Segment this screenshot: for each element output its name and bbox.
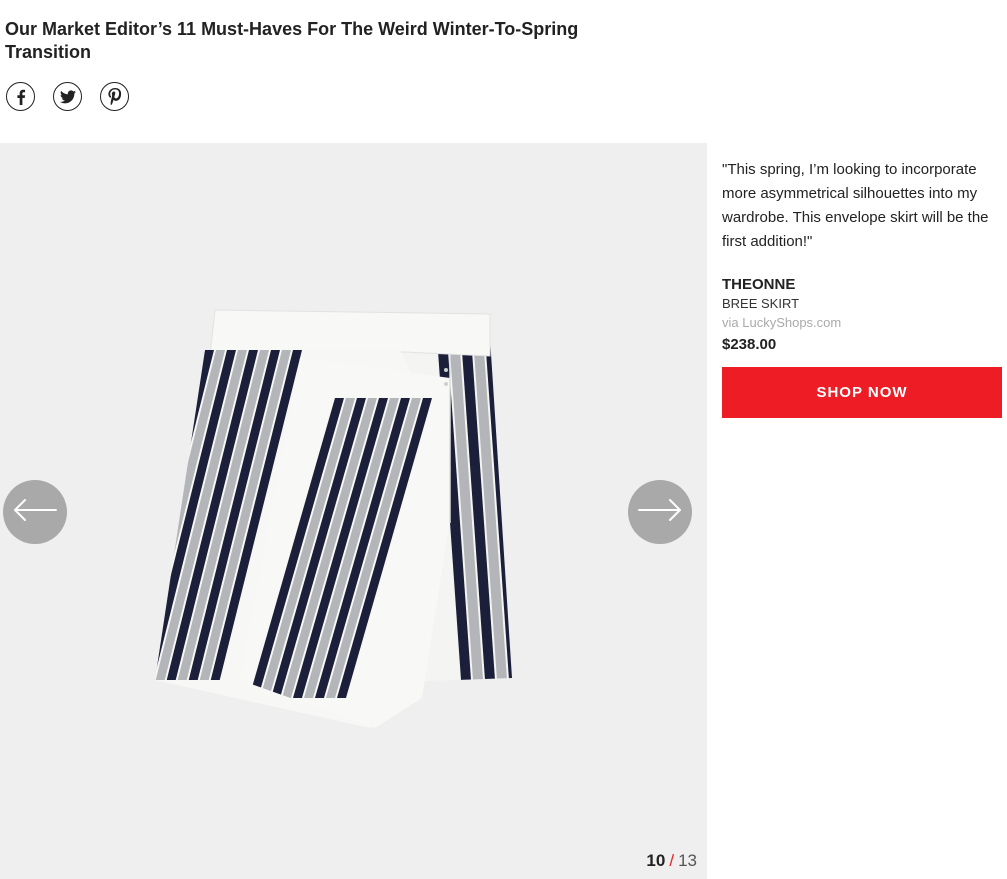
facebook-icon xyxy=(14,89,28,105)
product-price: $238.00 xyxy=(722,336,777,353)
product-brand: THEONNE xyxy=(722,276,796,293)
shop-now-button[interactable]: SHOP NOW xyxy=(722,367,1002,418)
product-name: BREE SKIRT xyxy=(722,296,800,311)
twitter-share-button[interactable] xyxy=(53,82,82,111)
product-details: "This spring, I’m looking to incorporate… xyxy=(722,158,1004,418)
next-slide-button[interactable] xyxy=(628,480,692,544)
article-title: Our Market Editor’s 11 Must-Haves For Th… xyxy=(5,19,579,62)
pinterest-share-button[interactable] xyxy=(100,82,129,111)
slide-counter-current: 10 xyxy=(646,851,666,870)
article-header: Our Market Editor’s 11 Must-Haves For Th… xyxy=(5,18,605,64)
twitter-icon xyxy=(59,89,76,104)
arrow-right-icon xyxy=(637,498,683,527)
product-source: via LuckyShops.com xyxy=(722,315,842,330)
slide-counter-separator: / xyxy=(669,851,675,870)
product-image[interactable] xyxy=(150,308,520,733)
facebook-share-button[interactable] xyxy=(6,82,35,111)
social-share-bar xyxy=(6,82,129,111)
slide-counter-total: 13 xyxy=(678,851,697,870)
page: Our Market Editor’s 11 Must-Haves For Th… xyxy=(0,0,1007,879)
product-gallery: 10/13 xyxy=(0,143,707,879)
pinterest-icon xyxy=(107,88,122,105)
arrow-left-icon xyxy=(12,498,58,527)
editor-quote: "This spring, I’m looking to incorporate… xyxy=(722,161,989,250)
slide-counter: 10/13 xyxy=(646,851,697,871)
previous-slide-button[interactable] xyxy=(3,480,67,544)
